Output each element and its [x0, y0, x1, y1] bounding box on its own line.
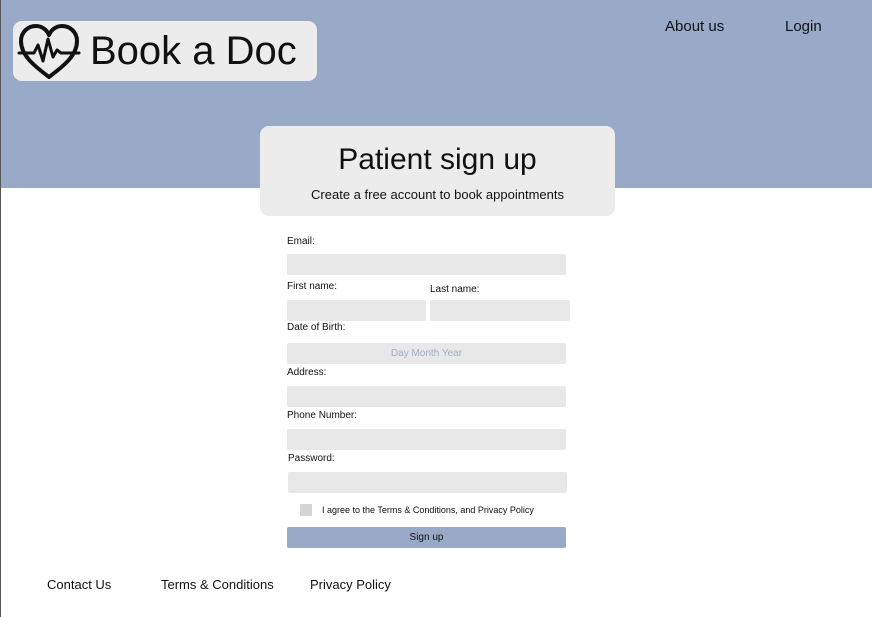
- password-label: Password:: [288, 453, 335, 464]
- footer-contact-us[interactable]: Contact Us: [47, 577, 111, 593]
- phone-label: Phone Number:: [287, 410, 358, 421]
- sign-up-button[interactable]: Sign up: [287, 527, 566, 548]
- nav-login[interactable]: Login: [785, 18, 822, 36]
- last-name-field[interactable]: [430, 300, 570, 321]
- footer-privacy[interactable]: Privacy Policy: [310, 577, 391, 593]
- first-name-field[interactable]: [287, 300, 426, 321]
- last-name-label: Last name:: [430, 284, 480, 295]
- dob-label: Date of Birth:: [287, 322, 346, 333]
- agree-label: I agree to the Terms & Conditions, and P…: [322, 505, 534, 515]
- email-label: Email:: [287, 236, 315, 247]
- footer-terms[interactable]: Terms & Conditions: [161, 577, 274, 593]
- address-field[interactable]: [287, 386, 566, 407]
- page-title: Patient sign up: [338, 143, 537, 176]
- phone-field[interactable]: [287, 429, 566, 450]
- logo-text: Book a Doc: [90, 29, 297, 73]
- email-field[interactable]: [287, 254, 566, 275]
- title-card: Patient sign up Create a free account to…: [260, 126, 615, 216]
- password-field[interactable]: [288, 472, 567, 493]
- agree-checkbox[interactable]: [300, 504, 312, 516]
- dob-field[interactable]: [287, 343, 566, 364]
- heartbeat-heart-icon: [17, 24, 81, 79]
- page-subtitle: Create a free account to book appointmen…: [311, 187, 564, 202]
- logo[interactable]: Book a Doc: [13, 21, 317, 81]
- first-name-label: First name:: [287, 281, 338, 292]
- nav-about-us[interactable]: About us: [665, 18, 724, 36]
- address-label: Address:: [287, 367, 327, 378]
